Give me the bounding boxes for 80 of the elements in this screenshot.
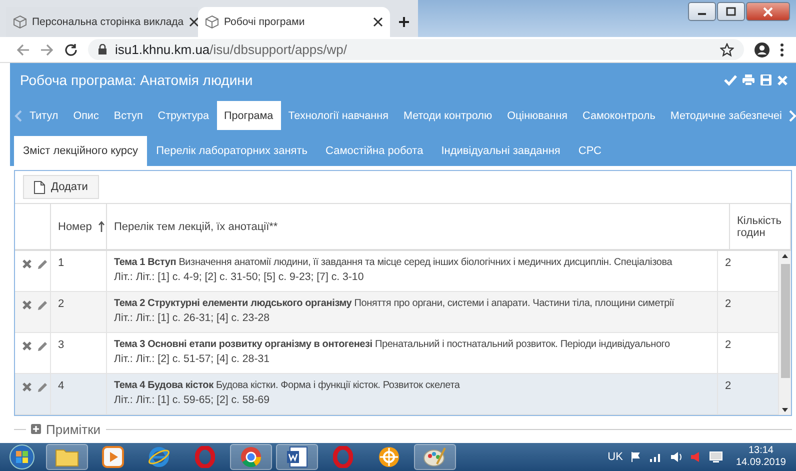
topic-text: Тема 2 Структурні елементи людського організму Поняття про органи, системи і апарати. Частини тіла, площини симетрії — [114, 298, 674, 309]
scroll-down-icon[interactable] — [782, 408, 788, 412]
topic-text: Тема 1 Вступ Визначення анатомії людини, її завдання та місце серед інших біологічних і медичних дисциплін. Спеціалізова — [114, 257, 672, 268]
close-icon[interactable] — [373, 17, 383, 27]
lock-icon — [98, 44, 107, 55]
ring-icon — [195, 446, 215, 468]
table-cell: 2 — [725, 298, 732, 310]
column-header[interactable]: Перелік тем лекцій, їх анотації** — [107, 204, 730, 249]
topic-text: Тема 4 Будова кісток Будова кістки. Форма і функції кісток. Розвиток скелета — [114, 380, 460, 391]
close-window-button[interactable] — [746, 2, 790, 21]
column-header[interactable]: Номер — [51, 204, 107, 249]
literature-text: Літ.: Літ.: [1] с. 4-9; [2] с. 31-50; [5] с. 9-23; [7] с. 3-10 — [114, 271, 365, 283]
language-indicator[interactable]: UK — [608, 451, 623, 463]
delete-icon[interactable] — [22, 341, 32, 351]
document-w-icon — [286, 446, 308, 468]
back-icon[interactable] — [16, 42, 30, 56]
document-icon — [34, 180, 45, 194]
table-cell: 4 — [58, 380, 64, 392]
minimize-button[interactable] — [688, 2, 716, 21]
forward-icon[interactable] — [40, 42, 54, 56]
flag-icon[interactable] — [630, 451, 642, 463]
table-cell: 2 — [58, 298, 64, 310]
pencil-icon[interactable] — [37, 259, 48, 270]
maximize-icon — [726, 7, 736, 16]
page-title: Робоча програма: Анатомія людини — [20, 72, 254, 88]
topic-text: Тема 3 Основні етапи розвитку організму в онтогенезі Пренатальний і постнатальний розвиток. Періоди індивідуального — [114, 339, 670, 350]
account-icon[interactable] — [754, 42, 770, 58]
table-cell: 2 — [725, 339, 732, 351]
speaker-icon[interactable] — [670, 451, 683, 463]
chevron-right-icon[interactable] — [789, 110, 796, 122]
address-bar[interactable]: isu1.khnu.km.ua/isu/dbsupport/apps/wp/ — [88, 39, 744, 60]
delete-icon[interactable] — [22, 259, 32, 269]
literature-text: Літ.: Літ.: [2] с. 51-57; [4] с. 28-31 — [114, 353, 271, 365]
monitor-icon[interactable] — [708, 451, 723, 463]
tab[interactable]: Програма — [216, 101, 281, 130]
notes-label[interactable]: Примітки — [46, 422, 101, 436]
column-header[interactable]: Кількість годин — [730, 204, 791, 249]
table-cell: 2 — [725, 380, 732, 392]
expand-icon[interactable] — [31, 424, 41, 434]
plus-icon — [398, 16, 410, 28]
reload-icon[interactable] — [64, 42, 78, 56]
check-icon[interactable] — [724, 74, 737, 86]
pencil-icon[interactable] — [37, 341, 48, 352]
scrollbar[interactable] — [779, 251, 791, 415]
palette-icon — [423, 446, 447, 468]
literature-text: Літ.: Літ.: [1] с. 59-65; [2] с. 58-69 — [114, 394, 271, 406]
circle-logo-icon — [240, 446, 262, 468]
pencil-icon[interactable] — [37, 382, 48, 393]
taskbar-button[interactable] — [230, 444, 272, 470]
star-icon[interactable] — [720, 42, 734, 56]
ring-icon — [333, 446, 353, 468]
maximize-button[interactable] — [717, 2, 745, 21]
close-icon[interactable] — [188, 17, 199, 27]
subtab[interactable]: Зміст лекційного курсу — [14, 136, 148, 166]
wheel-icon — [378, 446, 400, 468]
menu-icon[interactable] — [780, 42, 784, 56]
pencil-icon[interactable] — [37, 300, 48, 311]
cube-icon — [205, 15, 219, 29]
delete-icon[interactable] — [22, 382, 32, 392]
table-cell: 1 — [58, 257, 64, 269]
table-row[interactable]: 4 Тема 4 Будова кісток Будова кістки. Форма і функції кісток. Розвиток скелета Літ.: Літ.: [1] с. 59-65; [2] с. 58-69 2 — [15, 374, 779, 415]
scroll-up-icon[interactable] — [782, 254, 788, 258]
browser-tab[interactable]: Робочі програми — [198, 7, 390, 37]
delete-icon[interactable] — [22, 300, 32, 310]
close-icon — [763, 6, 773, 16]
clock[interactable]: 13:14 14.09.2019 — [736, 445, 786, 469]
table-cell: 3 — [58, 339, 64, 351]
browser-e-icon — [147, 446, 171, 468]
literature-text: Літ.: Літ.: [1] с. 26-31; [4] с. 23-28 — [114, 312, 271, 324]
save-icon[interactable] — [760, 74, 772, 86]
sort-up-icon — [98, 220, 105, 232]
cube-icon — [13, 15, 27, 29]
print-icon[interactable] — [742, 74, 755, 86]
network-icon[interactable] — [648, 451, 663, 463]
play-icon — [102, 446, 124, 468]
table-row[interactable]: 2 Тема 2 Структурні елементи людського організму Поняття про органи, системи і апарати. Частини тіла, площини симетрії Літ.: Літ.: [1] с. 26-31; [4] с. 23-28 2 — [15, 292, 779, 333]
taskbar-button[interactable] — [276, 444, 318, 470]
folder-icon — [55, 447, 79, 467]
table-cell: 2 — [725, 257, 732, 269]
add-button[interactable]: Додати — [23, 175, 99, 199]
